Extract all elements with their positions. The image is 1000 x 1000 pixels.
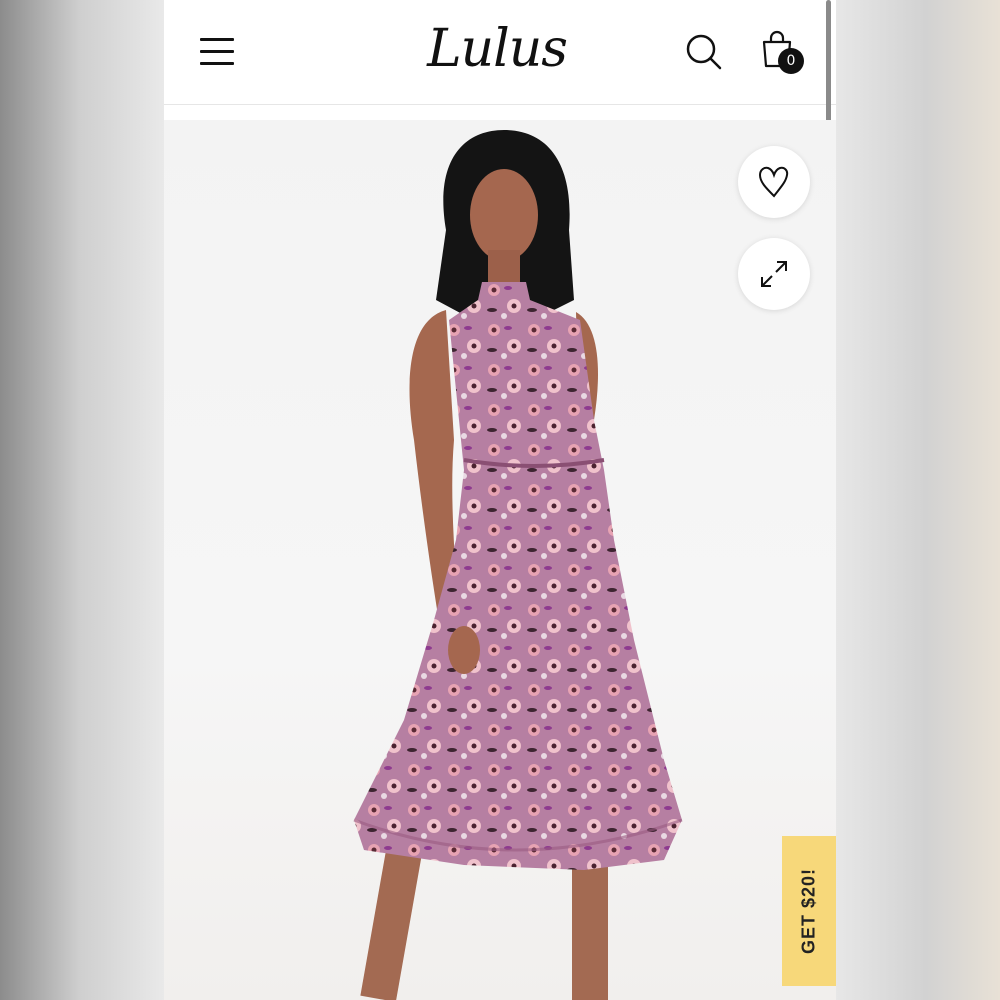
product-image[interactable] xyxy=(164,120,836,1000)
site-header: Lulus 0 xyxy=(164,0,836,105)
promo-tab[interactable]: GET $20! xyxy=(782,836,836,986)
cart-count-badge: 0 xyxy=(778,48,804,74)
promo-label: GET $20! xyxy=(798,867,819,955)
wishlist-button[interactable] xyxy=(738,146,810,218)
search-icon xyxy=(686,34,722,70)
menu-icon-line xyxy=(200,50,234,53)
menu-icon-line xyxy=(200,62,234,65)
heart-icon xyxy=(758,166,789,198)
menu-button[interactable] xyxy=(200,38,234,66)
brand-logo[interactable]: Lulus xyxy=(422,14,572,84)
phone-screen: Lulus 0 GET $20! xyxy=(164,0,836,1000)
product-photo-illustration xyxy=(353,130,683,1000)
cart-button[interactable]: 0 xyxy=(760,30,810,78)
search-button[interactable] xyxy=(684,32,724,72)
background-right xyxy=(836,0,1000,1000)
expand-icon xyxy=(761,261,787,287)
menu-icon-line xyxy=(200,38,234,41)
expand-image-button[interactable] xyxy=(738,238,810,310)
